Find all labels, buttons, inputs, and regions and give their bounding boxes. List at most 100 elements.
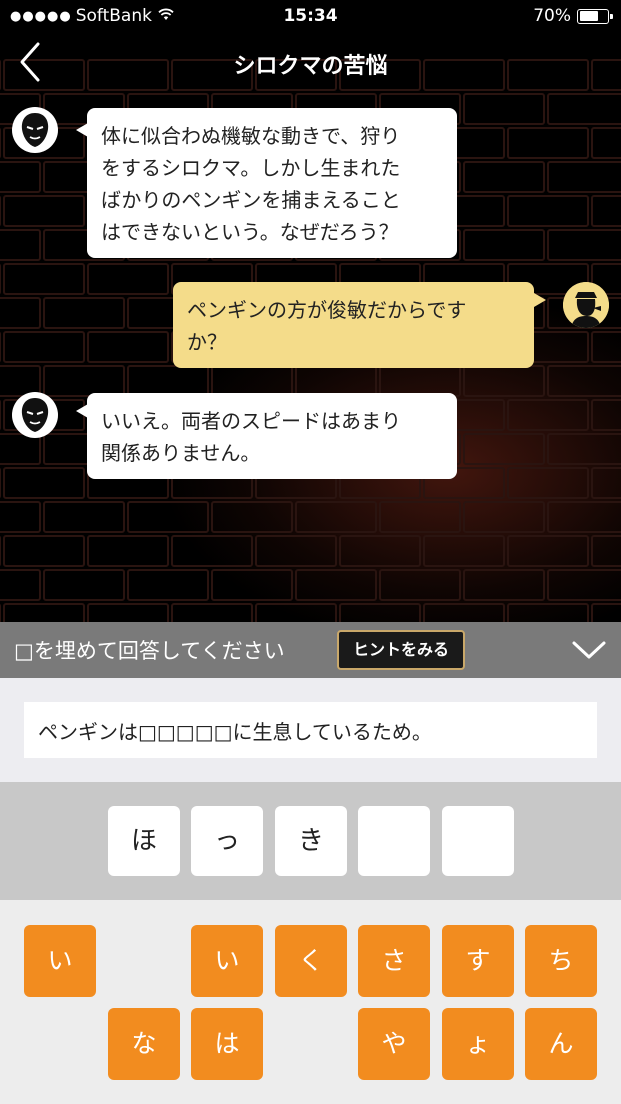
brick bbox=[339, 535, 421, 567]
answer-sentence: ペンギンは□□□□□に生息しているため。 bbox=[24, 702, 597, 758]
brick bbox=[591, 399, 621, 431]
message-line: ペンギンの方が俊敏だからです bbox=[187, 298, 467, 322]
brick bbox=[255, 535, 337, 567]
brick bbox=[127, 365, 209, 397]
brick bbox=[0, 433, 41, 465]
brick bbox=[507, 399, 589, 431]
chat-scene: ●●●●● SoftBank 15:34 70% シロクマの苦悩 体に似合わぬ機… bbox=[0, 0, 621, 622]
brick bbox=[507, 603, 589, 622]
brick bbox=[463, 93, 545, 125]
answer-slot[interactable] bbox=[442, 806, 514, 876]
brick bbox=[463, 365, 545, 397]
clock: 15:34 bbox=[283, 6, 338, 26]
character-keyboard: い い く さ す ち な は や ょ ん bbox=[0, 900, 621, 1104]
brick bbox=[507, 467, 589, 499]
brick bbox=[295, 501, 377, 533]
char-key[interactable]: や bbox=[358, 1008, 430, 1080]
brick bbox=[87, 331, 169, 363]
brick bbox=[547, 229, 621, 261]
char-key[interactable]: さ bbox=[358, 925, 430, 997]
brick bbox=[547, 569, 621, 601]
brick bbox=[591, 603, 621, 622]
brick bbox=[3, 331, 85, 363]
char-key[interactable]: ち bbox=[525, 925, 597, 997]
brick bbox=[3, 603, 85, 622]
answer-sentence-area: ペンギンは□□□□□に生息しているため。 bbox=[0, 678, 621, 782]
brick bbox=[295, 365, 377, 397]
brick bbox=[211, 365, 293, 397]
brick bbox=[127, 569, 209, 601]
brick bbox=[171, 603, 253, 622]
brick bbox=[0, 569, 41, 601]
host-avatar-icon bbox=[12, 107, 58, 153]
brick bbox=[507, 127, 589, 159]
brick bbox=[295, 569, 377, 601]
hint-button[interactable]: ヒントをみる bbox=[337, 630, 465, 670]
brick bbox=[463, 433, 545, 465]
brick bbox=[547, 501, 621, 533]
answer-slot[interactable]: ほ bbox=[108, 806, 180, 876]
message-line: ばかりのペンギンを捕まえること bbox=[101, 188, 401, 212]
brick bbox=[87, 263, 169, 295]
brick bbox=[0, 161, 41, 193]
brick bbox=[591, 195, 621, 227]
brick bbox=[43, 501, 125, 533]
brick bbox=[0, 501, 41, 533]
char-key[interactable]: は bbox=[191, 1008, 263, 1080]
answer-prompt-bar: □を埋めて回答してください ヒントをみる bbox=[0, 622, 621, 678]
brick bbox=[547, 93, 621, 125]
brick bbox=[3, 467, 85, 499]
brick bbox=[3, 263, 85, 295]
brick bbox=[507, 195, 589, 227]
answer-slots: ほ っ き bbox=[0, 782, 621, 900]
brick bbox=[463, 569, 545, 601]
brick bbox=[507, 535, 589, 567]
host-message-bubble: いいえ。両者のスピードはあまり 関係ありません。 bbox=[87, 393, 457, 479]
message-line: 体に似合わぬ機敏な動きで、狩り bbox=[101, 124, 401, 148]
host-message-bubble: 体に似合わぬ機敏な動きで、狩り をするシロクマ。しかし生まれた ばかりのペンギン… bbox=[87, 108, 457, 258]
collapse-button[interactable] bbox=[571, 636, 607, 664]
message-line: をするシロクマ。しかし生まれた bbox=[101, 156, 401, 180]
answer-slot[interactable] bbox=[358, 806, 430, 876]
message-line: か？ bbox=[187, 330, 227, 354]
page-title: シロクマの苦悩 bbox=[233, 54, 388, 79]
brick bbox=[423, 535, 505, 567]
brick bbox=[339, 603, 421, 622]
char-key[interactable]: い bbox=[191, 925, 263, 997]
answer-slot[interactable]: き bbox=[275, 806, 347, 876]
brick bbox=[379, 569, 461, 601]
brick bbox=[211, 569, 293, 601]
brick bbox=[591, 127, 621, 159]
battery-percent: 70% bbox=[533, 6, 571, 26]
brick bbox=[127, 501, 209, 533]
brick bbox=[43, 365, 125, 397]
brick bbox=[211, 501, 293, 533]
brick bbox=[591, 331, 621, 363]
char-key[interactable]: ょ bbox=[442, 1008, 514, 1080]
brick bbox=[43, 297, 125, 329]
nav-bar: シロクマの苦悩 bbox=[0, 34, 621, 90]
brick bbox=[547, 365, 621, 397]
status-bar: ●●●●● SoftBank 15:34 70% bbox=[0, 0, 621, 34]
brick bbox=[87, 535, 169, 567]
message-line: はできないという。なぜだろう？ bbox=[101, 220, 399, 244]
brick bbox=[591, 467, 621, 499]
player-avatar-icon bbox=[563, 282, 609, 328]
player-message-bubble: ペンギンの方が俊敏だからです か？ bbox=[173, 282, 534, 368]
char-key[interactable]: ん bbox=[525, 1008, 597, 1080]
char-key[interactable]: い bbox=[24, 925, 96, 997]
brick bbox=[43, 569, 125, 601]
brick bbox=[171, 535, 253, 567]
brick bbox=[379, 365, 461, 397]
char-key[interactable]: す bbox=[442, 925, 514, 997]
host-avatar-icon bbox=[12, 392, 58, 438]
brick bbox=[3, 535, 85, 567]
message-line: いいえ。両者のスピードはあまり bbox=[101, 409, 401, 433]
char-key[interactable]: な bbox=[108, 1008, 180, 1080]
brick bbox=[463, 229, 545, 261]
brick bbox=[591, 535, 621, 567]
brick bbox=[463, 161, 545, 193]
answer-slot[interactable]: っ bbox=[191, 806, 263, 876]
brick bbox=[0, 297, 41, 329]
char-key[interactable]: く bbox=[275, 925, 347, 997]
